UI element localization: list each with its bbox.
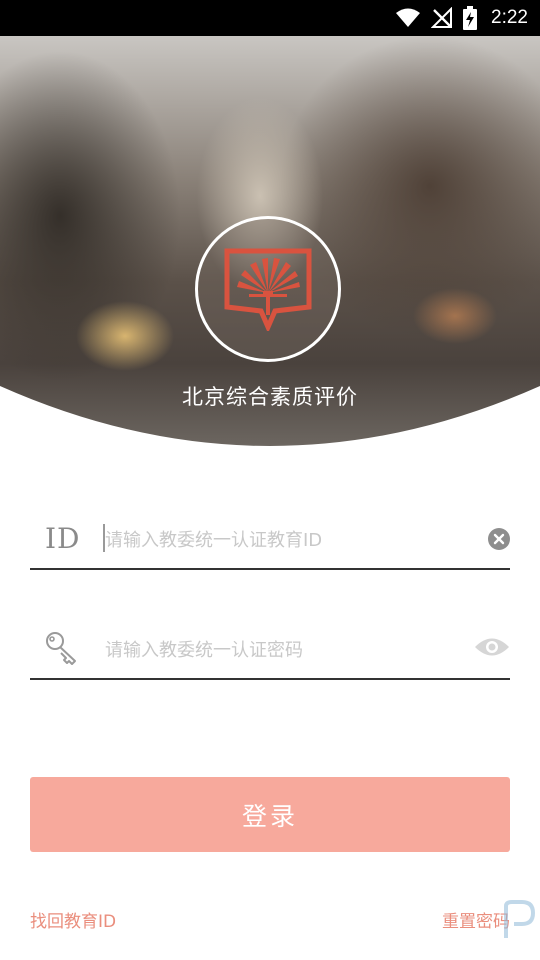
- recover-id-link[interactable]: 找回教育ID: [30, 907, 116, 932]
- wifi-icon: [396, 8, 421, 27]
- education-id-field: ID: [30, 510, 510, 570]
- id-label: ID: [45, 522, 81, 555]
- password-field: [30, 620, 510, 680]
- no-signal-icon: [431, 7, 453, 28]
- reset-password-link[interactable]: 重置密码: [442, 907, 510, 932]
- clear-icon[interactable]: [488, 528, 510, 550]
- site-watermark-logo: [502, 900, 536, 940]
- password-input[interactable]: [105, 630, 435, 670]
- eye-icon[interactable]: [474, 634, 510, 664]
- palm-shield-logo-icon: [224, 248, 312, 331]
- status-icons: 2:22: [395, 0, 528, 36]
- clear-x-glyph: [493, 533, 505, 545]
- watermark-p-icon: [504, 900, 536, 938]
- education-id-input[interactable]: [105, 520, 435, 560]
- app-title: 北京综合素质评价: [182, 385, 358, 409]
- hero-banner: 北京综合素质评价: [0, 36, 540, 446]
- login-button[interactable]: 登录: [30, 777, 510, 852]
- battery-charging-icon: [463, 6, 478, 30]
- key-icon: [46, 632, 76, 665]
- status-bar: 2:22: [0, 0, 540, 36]
- app-logo: [195, 216, 341, 362]
- eye-glyph: [475, 638, 509, 656]
- status-time: 2:22: [491, 7, 528, 28]
- login-screen: 2:22 北京综合素质评价 ID 请输入教委统一认证教育ID 登录 找回教育ID…: [0, 0, 540, 960]
